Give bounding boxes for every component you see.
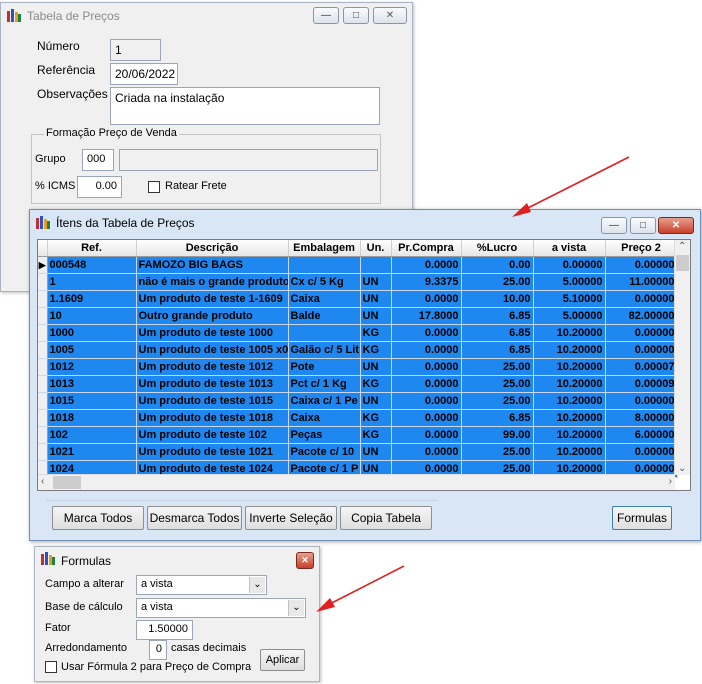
annotation-arrow-itens: [316, 156, 630, 612]
